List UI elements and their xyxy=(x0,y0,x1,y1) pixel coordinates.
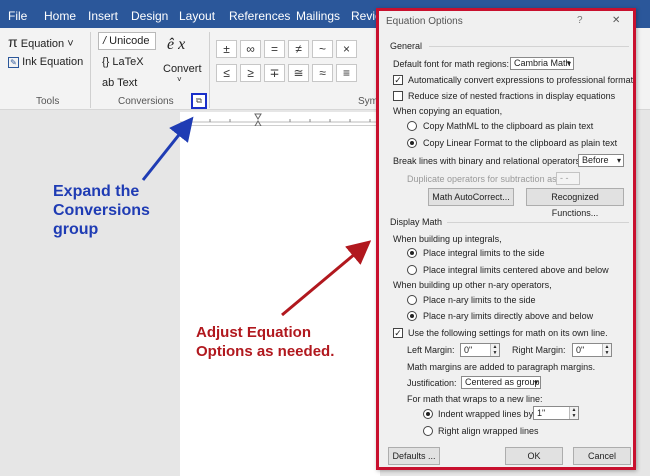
auto-convert-checkbox[interactable]: ✓ xyxy=(393,75,403,85)
integrals-label: When building up integrals, xyxy=(393,234,502,244)
right-align-radio[interactable] xyxy=(423,426,433,436)
integral-side-radio[interactable] xyxy=(407,248,417,258)
copy-mathml-label: Copy MathML to the clipboard as plain te… xyxy=(423,121,594,131)
copy-linear-radio[interactable] xyxy=(407,138,417,148)
annotation-blue-text: Expand the Conversions group xyxy=(53,183,150,238)
integral-centered-radio[interactable] xyxy=(407,265,417,275)
wraps-label: For math that wraps to a new line: xyxy=(407,394,543,404)
close-icon[interactable]: ✕ xyxy=(612,15,620,26)
display-math-section-label: Display Math xyxy=(390,217,443,227)
dialog-title: Equation Options xyxy=(386,16,463,27)
indent-wrapped-label: Indent wrapped lines by: xyxy=(438,409,536,419)
duplicate-select[interactable]: - - xyxy=(556,172,580,185)
integral-centered-label: Place integral limits centered above and… xyxy=(423,265,609,275)
margins-note: Math margins are added to paragraph marg… xyxy=(407,362,596,372)
nary-above-radio[interactable] xyxy=(407,311,417,321)
integral-side-label: Place integral limits to the side xyxy=(423,248,545,258)
chevron-down-icon: ▾ xyxy=(533,378,538,387)
nary-label: When building up other n-ary operators, xyxy=(393,280,552,290)
math-autocorrect-button[interactable]: Math AutoCorrect... xyxy=(428,188,514,206)
spin-down-icon[interactable]: ▼ xyxy=(602,350,611,356)
copy-mathml-radio[interactable] xyxy=(407,121,417,131)
left-margin-label: Left Margin: xyxy=(407,345,455,355)
chevron-down-icon: ▾ xyxy=(616,156,621,165)
divider xyxy=(447,222,629,223)
copy-linear-label: Copy Linear Format to the clipboard as p… xyxy=(423,138,618,148)
reduce-size-checkbox[interactable] xyxy=(393,91,403,101)
ok-button[interactable]: OK xyxy=(505,447,563,465)
left-margin-spinner[interactable]: 0" ▲ ▼ xyxy=(460,343,500,357)
use-settings-checkbox[interactable]: ✓ xyxy=(393,328,403,338)
annotation-red-text: Adjust Equation Options as needed. xyxy=(196,324,335,360)
reduce-size-label: Reduce size of nested fractions in displ… xyxy=(408,91,616,101)
chevron-down-icon: ▾ xyxy=(566,59,571,68)
right-align-label: Right align wrapped lines xyxy=(438,426,539,436)
default-font-select[interactable]: Cambria Math ▾ xyxy=(510,57,574,70)
break-lines-select[interactable]: Before ▾ xyxy=(578,154,624,167)
divider xyxy=(429,46,629,47)
recognized-functions-button[interactable]: Recognized Functions... xyxy=(526,188,624,218)
right-margin-spinner[interactable]: 0" ▲ ▼ xyxy=(572,343,612,357)
spin-down-icon[interactable]: ▼ xyxy=(490,350,499,356)
indent-wrapped-radio[interactable] xyxy=(423,409,433,419)
nary-side-radio[interactable] xyxy=(407,295,417,305)
default-font-label: Default font for math regions: xyxy=(393,59,510,69)
equation-options-dialog: Equation Options ? ✕ General Default fon… xyxy=(376,8,636,470)
red-arrow xyxy=(281,240,372,317)
copying-label: When copying an equation, xyxy=(393,106,503,116)
nary-side-label: Place n-ary limits to the side xyxy=(423,295,536,305)
defaults-button[interactable]: Defaults ... xyxy=(388,447,440,465)
justification-label: Justification: xyxy=(407,378,457,388)
help-icon[interactable]: ? xyxy=(577,15,583,26)
justification-select[interactable]: Centered as group ▾ xyxy=(461,376,541,389)
right-margin-label: Right Margin: xyxy=(512,345,566,355)
duplicate-label: Duplicate operators for subtraction as: xyxy=(407,174,560,184)
use-settings-label: Use the following settings for math on i… xyxy=(408,328,608,338)
nary-above-label: Place n-ary limits directly above and be… xyxy=(423,311,594,321)
general-section-label: General xyxy=(390,41,423,51)
indent-spinner[interactable]: 1" ▲ ▼ xyxy=(533,406,579,420)
auto-convert-label: Automatically convert expressions to pro… xyxy=(408,75,634,85)
cancel-button[interactable]: Cancel xyxy=(573,447,631,465)
spin-down-icon[interactable]: ▼ xyxy=(569,413,578,419)
break-lines-label: Break lines with binary and relational o… xyxy=(393,156,583,166)
blue-arrow xyxy=(141,116,194,181)
